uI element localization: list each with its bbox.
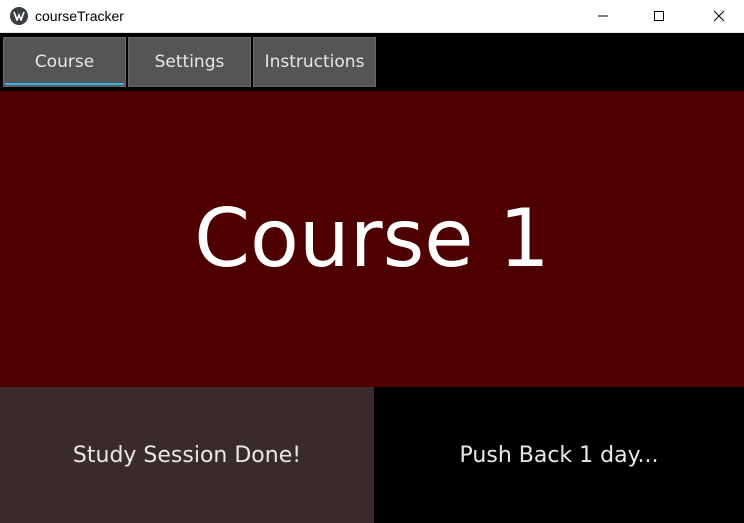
tab-label: Course [34,52,95,72]
active-tab-indicator [5,83,124,85]
kivy-logo-icon [10,7,28,25]
course-panel: Course 1 [0,91,744,387]
close-button[interactable] [696,0,742,32]
minimize-icon [598,15,608,17]
course-title: Course 1 [194,192,550,285]
maximize-icon [654,11,664,21]
tab-course[interactable]: Course [3,37,126,87]
title-bar: courseTracker [0,0,744,33]
window-title: courseTracker [35,8,124,24]
maximize-button[interactable] [636,0,682,32]
tab-settings[interactable]: Settings [128,37,251,87]
study-session-done-label: Study Session Done! [72,442,302,468]
push-back-button[interactable]: Push Back 1 day... [374,387,744,523]
study-session-done-button[interactable]: Study Session Done! [0,387,374,523]
tab-instructions[interactable]: Instructions [253,37,376,87]
tab-bar: Course Settings Instructions [0,33,744,91]
minimize-button[interactable] [580,0,626,32]
app-window: courseTracker Course Settings Instructio… [0,0,744,523]
tab-label: Instructions [264,52,365,72]
push-back-label: Push Back 1 day... [459,442,659,468]
close-icon [713,10,725,22]
tab-label: Settings [154,52,225,72]
